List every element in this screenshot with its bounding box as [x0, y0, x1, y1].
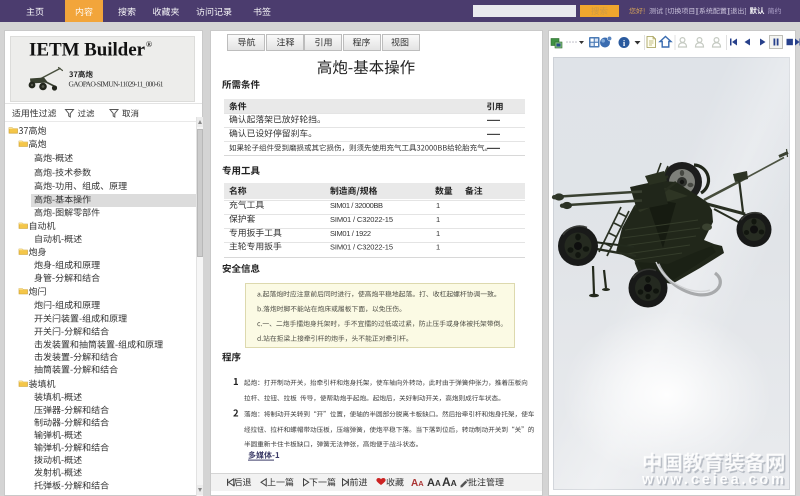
svg-text:AA: AA: [442, 475, 457, 489]
svg-text:SIM01 / C32022-15: SIM01 / C32022-15: [330, 243, 393, 252]
svg-text:SIM01 / C32022-15: SIM01 / C32022-15: [330, 215, 393, 224]
svg-text:AA: AA: [427, 477, 441, 489]
svg-text:SIM01 / 32000BB: SIM01 / 32000BB: [330, 201, 383, 210]
svg-text:1: 1: [436, 243, 440, 252]
svg-text:IETM Builder: IETM Builder: [29, 40, 146, 61]
svg-text:®: ®: [146, 40, 152, 49]
svg-text:SIM01 / 1922: SIM01 / 1922: [330, 229, 371, 238]
svg-text:GAOPAO-SIMUN-11029-11_000-61: GAOPAO-SIMUN-11029-11_000-61: [69, 80, 164, 89]
svg-text:www.ceiea.com: www.ceiea.com: [641, 472, 784, 488]
svg-text:1: 1: [436, 229, 440, 238]
svg-text:1: 1: [436, 215, 440, 224]
svg-text:1: 1: [436, 201, 440, 210]
svg-text:AA: AA: [411, 478, 424, 489]
